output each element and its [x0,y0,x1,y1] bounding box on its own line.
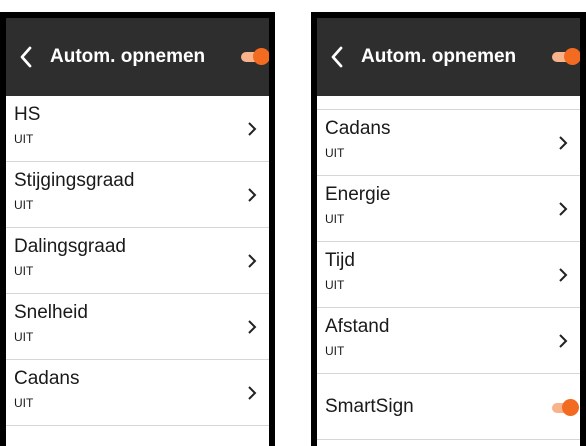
settings-list: Cadans UIT Energie UIT Tijd UIT Afstand … [317,96,580,446]
list-item-value: UIT [325,344,345,358]
list-item-value: UIT [325,278,345,292]
list-item-value: UIT [14,132,34,146]
screen-content: Autom. opnemen Cadans UIT Energie UIT Ti… [317,18,580,446]
back-button[interactable] [317,18,357,96]
chevron-right-icon [248,320,257,334]
chevron-left-icon [331,46,343,68]
list-item-value: UIT [325,146,345,160]
chevron-right-icon [248,386,257,400]
list-item-energie[interactable]: Energie UIT [317,176,580,242]
device-screen-right: Autom. opnemen Cadans UIT Energie UIT Ti… [311,12,586,446]
list-item-dalingsgraad[interactable]: Dalingsgraad UIT [6,228,269,294]
list-item-value: UIT [14,264,34,278]
list-item-label: Snelheid [14,302,88,323]
screen-content: Autom. opnemen HS UIT Stijgingsgraad UIT… [6,18,269,446]
smartsign-toggle[interactable] [546,398,580,418]
list-item-label: SmartSign [325,396,414,417]
toggle-knob [562,399,579,416]
chevron-right-icon [559,334,568,348]
list-item-label: Cadans [325,118,391,139]
list-item-hs[interactable]: HS UIT [6,96,269,162]
chevron-left-icon [20,46,32,68]
chevron-right-icon [559,136,568,150]
list-item-label: Stijgingsgraad [14,170,135,191]
toggle-knob [564,48,580,65]
page-title: Autom. opnemen [361,46,517,67]
chevron-right-icon [248,188,257,202]
list-item-tijd[interactable]: Tijd UIT [317,242,580,308]
list-item-stijgingsgraad[interactable]: Stijgingsgraad UIT [6,162,269,228]
list-item-label: Dalingsgraad [14,236,126,257]
list-item-value: UIT [14,198,34,212]
toggle-knob [253,48,269,65]
list-item-partial[interactable] [317,96,580,110]
device-screen-left: Autom. opnemen HS UIT Stijgingsgraad UIT… [0,12,275,446]
list-item-smartsign[interactable]: SmartSign [317,374,580,440]
auto-record-toggle[interactable] [546,18,580,96]
list-item-value: UIT [325,212,345,226]
chevron-right-icon [248,122,257,136]
list-item-label: Energie [325,184,391,205]
chevron-right-icon [248,254,257,268]
page-title: Autom. opnemen [50,46,206,67]
list-item-cadans[interactable]: Cadans UIT [6,360,269,426]
list-item-label: Cadans [14,368,80,389]
list-item-label: HS [14,104,41,125]
list-item-value: UIT [14,330,34,344]
list-item-cadans[interactable]: Cadans UIT [317,110,580,176]
list-item-afstand[interactable]: Afstand UIT [317,308,580,374]
list-item-snelheid[interactable]: Snelheid UIT [6,294,269,360]
settings-list: HS UIT Stijgingsgraad UIT Dalingsgraad U… [6,96,269,446]
auto-record-toggle[interactable] [235,18,269,96]
chevron-right-icon [559,202,568,216]
back-button[interactable] [6,18,46,96]
list-item-label: Afstand [325,316,390,337]
header-bar: Autom. opnemen [317,18,580,96]
chevron-right-icon [559,268,568,282]
header-bar: Autom. opnemen [6,18,269,96]
list-item-label: Tijd [325,250,355,271]
list-item-value: UIT [14,396,34,410]
